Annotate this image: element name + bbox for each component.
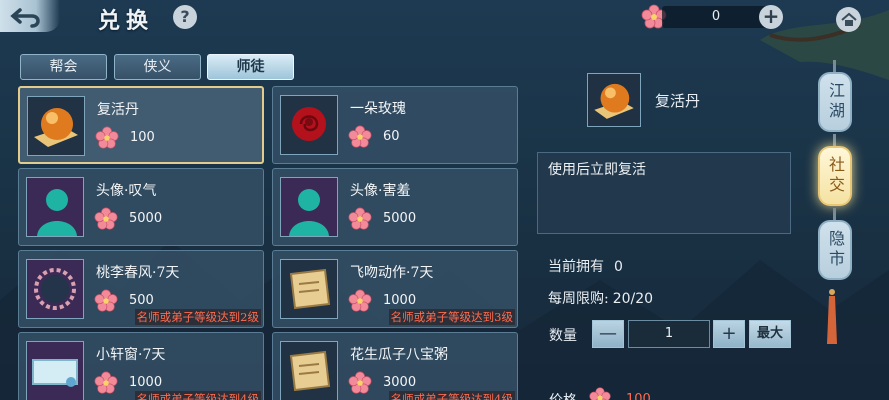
quantity-minus-button[interactable]: — [592,320,624,348]
add-currency-button[interactable]: + [759,5,783,29]
item-price: 5000 [129,211,163,226]
item-icon-frame [27,96,85,156]
weekly-limit-row: 每周限购: 20/20 [548,288,653,308]
item-price: 1000 [383,293,417,308]
red-rose-icon [292,107,326,141]
lantern-rope [833,60,836,72]
item-card[interactable]: 复活丹 100 [18,86,264,164]
max-quantity-button[interactable]: 最大 [749,320,791,348]
item-price: 1000 [129,375,163,390]
page-title: 兑换 [98,8,155,34]
weekly-value: 20/20 [612,291,654,307]
item-card[interactable]: 花生瓜子八宝粥 3000 名师或弟子等级达到4级 [272,332,518,400]
peach-blossom-icon [348,207,372,230]
price-label: 价格 [549,390,577,400]
owned-value: 0 [614,259,623,275]
home-icon [840,12,857,26]
item-requirement: 名师或弟子等级达到4级 [388,391,515,400]
peach-blossom-icon [348,371,372,394]
item-card[interactable]: 头像·害羞 5000 [272,168,518,246]
peach-blossom-icon [348,289,372,312]
item-card[interactable]: 一朵玫瑰 60 [272,86,518,164]
back-arrow-icon [10,8,40,28]
quantity-plus-button[interactable]: + [713,320,745,348]
item-price: 5000 [383,211,417,226]
peach-blossom-icon [94,207,118,230]
item-price: 100 [130,130,155,145]
peach-blossom-icon [94,371,118,394]
item-icon-frame [280,177,338,237]
item-price: 3000 [383,375,417,390]
owned-label: 当前拥有 [548,259,604,275]
avatar-sigh-icon [27,178,83,236]
item-icon-frame [26,177,84,237]
nav-jianghu[interactable]: 江湖 [818,72,852,132]
item-name: 头像·叹气 [96,183,157,199]
item-requirement: 名师或弟子等级达到2级 [134,309,261,325]
item-icon-frame [26,259,84,319]
tab-chivalry[interactable]: 侠义 [114,54,201,80]
peach-blossom-icon [348,125,372,148]
item-detail-panel: 复活丹 使用后立即复活 当前拥有 0 每周限购: 20/20 数量 — 1 + 最大… [528,60,810,400]
tab-guild[interactable]: 帮会 [20,54,107,80]
item-price: 60 [383,129,400,144]
total-price-value: 100 [626,392,651,400]
currency-amount: 0 [662,6,770,28]
scroll-icon [289,350,331,392]
weekly-label: 每周限购: [548,291,609,307]
item-icon-frame [280,95,338,155]
item-name: 小轩窗·7天 [96,347,166,363]
item-requirement: 名师或弟子等级达到3级 [388,309,515,325]
nav-social[interactable]: 社交 [818,146,852,206]
quantity-input[interactable]: 1 [628,320,710,348]
item-price: 500 [129,293,154,308]
item-description: 使用后立即复活 [548,162,646,178]
description-box: 使用后立即复活 [537,152,791,234]
window-frame-icon [27,342,83,400]
tassel-ornament [827,289,837,344]
item-card[interactable]: 小轩窗·7天 1000 名师或弟子等级达到4级 [18,332,264,400]
item-name: 花生瓜子八宝粥 [350,347,448,363]
peach-blossom-icon [589,387,611,400]
item-icon-frame [26,341,84,400]
item-name: 桃李春风·7天 [96,265,180,281]
avatar-shy-icon [281,178,337,236]
item-name: 头像·害羞 [350,183,411,199]
item-icon-frame [280,341,338,400]
item-card[interactable]: 桃李春风·7天 500 名师或弟子等级达到2级 [18,250,264,328]
item-icon-frame [280,259,338,319]
quantity-label: 数量 [549,328,577,344]
item-name: 飞吻动作·7天 [350,265,434,281]
item-name: 复活丹 [97,102,139,118]
home-button[interactable] [836,7,861,32]
header-bar: 兑换 ? 0 + [0,0,889,36]
lantern-rope [833,134,836,146]
tab-mentorship[interactable]: 师徒 [207,54,294,80]
item-requirement: 名师或弟子等级达到4级 [134,391,261,400]
detail-item-name: 复活丹 [655,92,701,110]
item-card[interactable]: 头像·叹气 5000 [18,168,264,246]
owned-count-row: 当前拥有 0 [548,256,623,276]
golden-pill-icon [34,108,78,147]
flower-wreath-icon [27,260,83,318]
help-button[interactable]: ? [173,5,197,29]
item-card[interactable]: 飞吻动作·7天 1000 名师或弟子等级达到3级 [272,250,518,328]
peach-blossom-icon [95,126,119,149]
lantern-rope [833,208,836,220]
nav-market[interactable]: 隐市 [818,220,852,280]
peach-blossom-icon [94,289,118,312]
golden-pill-icon [594,83,634,119]
scroll-icon [289,268,331,310]
item-name: 一朵玫瑰 [350,101,406,117]
detail-icon-frame [587,73,641,127]
back-button[interactable] [0,0,60,32]
